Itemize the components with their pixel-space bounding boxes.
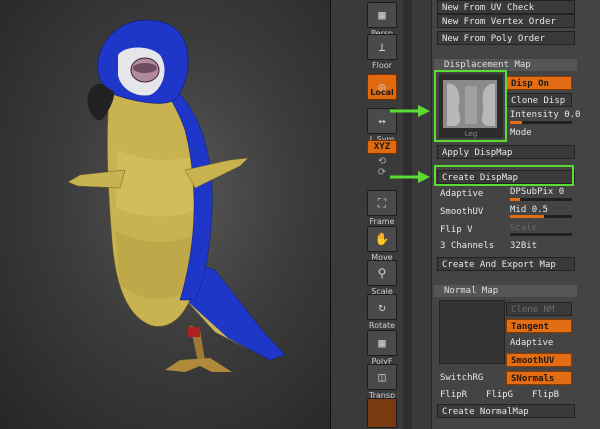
mode-label[interactable]: Mode bbox=[510, 127, 532, 139]
flipb-toggle[interactable]: FlipB bbox=[532, 389, 559, 401]
arrow-to-thumbnail-icon bbox=[390, 105, 430, 117]
frame-button[interactable]: ⛶ Frame bbox=[367, 190, 397, 226]
floor-icon: ⊥ bbox=[367, 34, 397, 60]
ghost-button[interactable] bbox=[367, 398, 397, 428]
create-normalmap-button[interactable]: Create NormalMap bbox=[437, 404, 575, 418]
disp-on-button[interactable]: Disp On bbox=[506, 76, 572, 90]
polyframe-icon: ▦ bbox=[367, 330, 397, 356]
floor-label: Floor bbox=[372, 61, 392, 70]
dpsubpix-value: 0 bbox=[558, 187, 565, 197]
tool-palette: New From UV Check New From Vertex Order … bbox=[432, 0, 600, 429]
tool-shelf: ▦ Persp ⊥ Floor ◎ Local ↔ L.Sym XYZ ⟲ ⟳ … bbox=[331, 0, 431, 429]
intensity-label[interactable]: Intensity 0.0 bbox=[510, 109, 580, 121]
intensity-value: 0.0 bbox=[564, 110, 581, 120]
thumbnail-highlight bbox=[434, 70, 507, 142]
flipr-toggle[interactable]: FlipR bbox=[440, 389, 467, 401]
clone-nm-button: Clone NM bbox=[506, 302, 572, 316]
flipg-toggle[interactable]: FlipG bbox=[486, 389, 513, 401]
frame-label: Frame bbox=[369, 217, 395, 226]
clone-disp-button[interactable]: Clone Disp bbox=[506, 93, 572, 107]
apply-dispmap-button[interactable]: Apply DispMap bbox=[437, 145, 575, 159]
local-label: Local bbox=[370, 88, 394, 97]
polyf-button[interactable]: ▦ PolyF bbox=[367, 330, 397, 366]
dpsubpix-slider-fill bbox=[510, 198, 520, 201]
new-from-poly-order-button[interactable]: New From Poly Order bbox=[437, 31, 575, 45]
rotate-axis-icon: ⟲ bbox=[377, 156, 387, 167]
new-from-vertex-order-button[interactable]: New From Vertex Order bbox=[437, 14, 575, 28]
local-button[interactable]: ◎ Local bbox=[367, 74, 397, 100]
tangent-toggle[interactable]: Tangent bbox=[506, 319, 572, 333]
normal-map-header[interactable]: Normal Map bbox=[434, 285, 577, 297]
dpsubpix-label[interactable]: DPSubPix 0 bbox=[510, 186, 564, 198]
mid-value: 0.5 bbox=[531, 205, 548, 215]
rotate-label: Rotate bbox=[368, 321, 396, 330]
switchrg-toggle[interactable]: SwitchRG bbox=[440, 372, 483, 384]
create-and-export-map-button[interactable]: Create And Export Map bbox=[437, 257, 575, 271]
intensity-slider-fill bbox=[510, 121, 522, 124]
xyz-button[interactable]: XYZ bbox=[367, 140, 397, 154]
rotate-button[interactable]: ↻ Rotate bbox=[367, 294, 397, 330]
channels-toggle[interactable]: 3 Channels bbox=[440, 240, 494, 252]
move-button[interactable]: ✋ Move bbox=[367, 226, 397, 262]
arrow-to-create-dispmap-icon bbox=[390, 171, 430, 183]
persp-button[interactable]: ▦ Persp bbox=[367, 2, 397, 38]
smoothuv-nm-toggle[interactable]: SmoothUV bbox=[506, 353, 572, 367]
new-from-uv-check-button[interactable]: New From UV Check bbox=[437, 0, 575, 14]
viewport[interactable] bbox=[0, 0, 330, 429]
scale-slider bbox=[510, 233, 572, 236]
create-dispmap-highlight bbox=[434, 165, 574, 186]
grid-icon: ▦ bbox=[367, 2, 397, 28]
bits-toggle[interactable]: 32Bit bbox=[510, 240, 537, 252]
transp-button[interactable]: ◫ Transp bbox=[367, 364, 397, 400]
ghost-icon bbox=[367, 398, 397, 428]
rotate-icon: ↻ bbox=[367, 294, 397, 320]
smoothuv-toggle[interactable]: SmoothUV bbox=[440, 206, 483, 218]
transparency-icon: ◫ bbox=[367, 364, 397, 390]
snormals-toggle[interactable]: SNormals bbox=[506, 371, 572, 385]
hand-icon: ✋ bbox=[367, 226, 397, 252]
adaptive-nm-toggle[interactable]: Adaptive bbox=[510, 337, 553, 349]
flip-v-toggle[interactable]: Flip V bbox=[440, 224, 473, 236]
floor-button[interactable]: ⊥ Floor bbox=[367, 34, 397, 70]
normal-map-thumbnail[interactable] bbox=[439, 300, 505, 364]
frame-icon: ⛶ bbox=[367, 190, 397, 216]
adaptive-toggle[interactable]: Adaptive bbox=[440, 188, 483, 200]
scrollbar[interactable] bbox=[403, 0, 412, 429]
xyz-label: XYZ bbox=[367, 140, 397, 154]
mid-slider-fill bbox=[510, 215, 544, 218]
parrot-model bbox=[67, 19, 286, 372]
scale-button[interactable]: ⚲ Scale bbox=[367, 260, 397, 296]
magnifier-icon: ⚲ bbox=[367, 260, 397, 286]
